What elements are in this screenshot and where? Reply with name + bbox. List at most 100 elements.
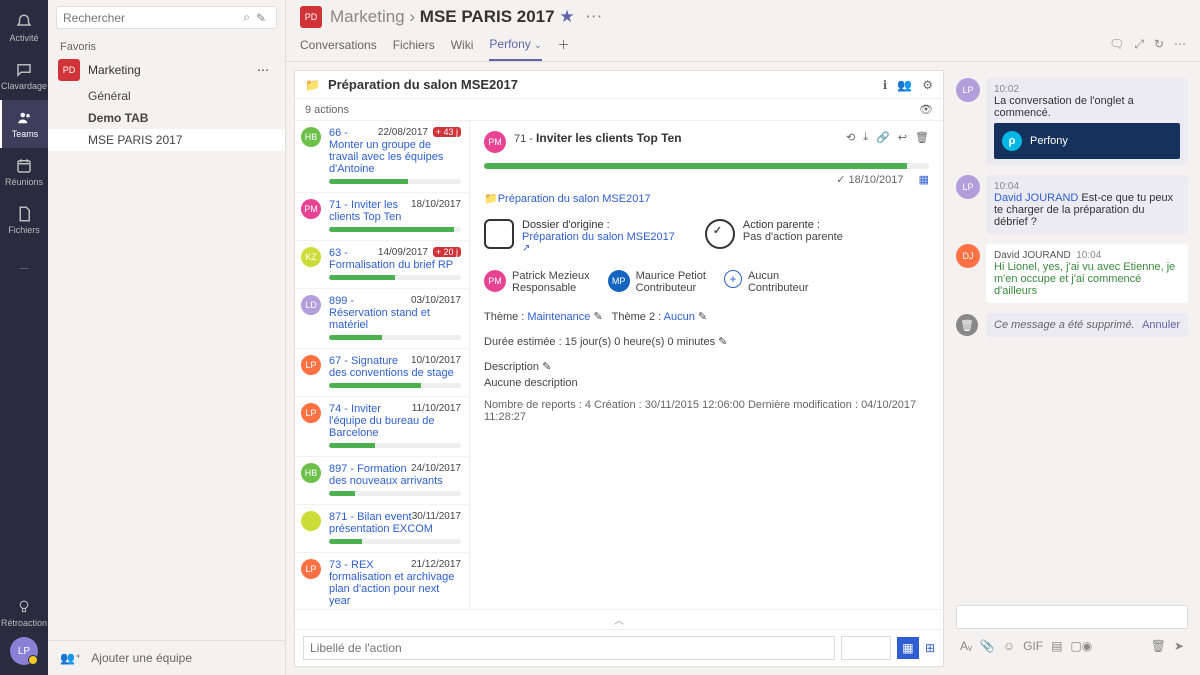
gif-icon[interactable]: GIF	[1023, 639, 1043, 653]
add-team-label[interactable]: Ajouter une équipe	[91, 651, 192, 665]
team-badge: PD	[58, 59, 80, 81]
favorites-label: Favoris	[60, 41, 273, 53]
sticker-icon[interactable]: ▤	[1051, 639, 1062, 653]
chat-message: 10:04 David JOURAND Est-ce que tu peux t…	[986, 175, 1188, 234]
attach-icon[interactable]: 📎	[980, 639, 995, 653]
rail-activity[interactable]: Activité	[0, 4, 48, 52]
detail-breadcrumb[interactable]: 📁Préparation du salon MSE2017	[484, 192, 929, 205]
main: PD Marketing › MSE PARIS 2017 ★ ⋯ Conver…	[286, 0, 1200, 675]
rail-files[interactable]: Fichiers	[0, 196, 48, 244]
collapse-icon[interactable]: ︿	[295, 609, 943, 629]
user-avatar[interactable]: LP	[10, 637, 38, 665]
add-tab-icon[interactable]: ＋	[558, 28, 570, 61]
qr-icon[interactable]: ▦	[919, 174, 929, 186]
msg-avatar: LP	[956, 78, 980, 102]
folder-origin-link[interactable]: Préparation du salon MSE2017	[522, 231, 675, 243]
rail-chat[interactable]: Clavardage	[0, 52, 48, 100]
detail-avatar: PM	[484, 131, 506, 153]
chat-input[interactable]	[956, 605, 1188, 629]
action-item[interactable]: KZ 14/09/2017 + 20 j 63 - Formalisation …	[295, 241, 469, 289]
action-detail: PM 71 - Inviter les clients Top Ten ⟲ ⤓ …	[470, 121, 943, 609]
tab-conversations[interactable]: Conversations	[300, 30, 377, 60]
date-box[interactable]	[841, 636, 891, 660]
add-team-icon[interactable]: 👥⁺	[60, 651, 81, 665]
folder-title: Préparation du salon MSE2017	[328, 77, 518, 92]
channel-demo-tab[interactable]: Demo TAB	[48, 107, 285, 129]
meet-icon[interactable]: ▢◉	[1070, 639, 1092, 653]
people-icon[interactable]: 👥	[897, 78, 912, 92]
delete-icon[interactable]: 🗑	[915, 131, 929, 144]
actions-count: 9 actions	[305, 104, 349, 116]
tab-wiki[interactable]: Wiki	[451, 30, 474, 60]
tab-perfony[interactable]: Perfony ⌄	[489, 29, 541, 61]
action-item[interactable]: PM 18/10/2017 71 - Inviter les clients T…	[295, 193, 469, 241]
channel-general[interactable]: Général	[48, 85, 285, 107]
external-link-icon[interactable]: ↗	[522, 243, 675, 254]
tab-more-icon[interactable]: ⋯	[1174, 37, 1186, 52]
link-icon[interactable]: 🔗	[876, 131, 890, 144]
info-icon[interactable]: ℹ	[883, 78, 888, 92]
channel-header: PD Marketing › MSE PARIS 2017 ★ ⋯	[286, 0, 1200, 28]
detail-stats: Nombre de reports : 4 Création : 30/11/2…	[484, 399, 929, 423]
tab-chat-icon[interactable]: 🗨	[1109, 37, 1124, 52]
trash-icon: 🗑	[956, 314, 978, 336]
perfony-card[interactable]: ρ Perfony	[994, 123, 1180, 159]
sync-icon[interactable]: ⟲	[846, 131, 855, 144]
grid-icon[interactable]: ⊞	[925, 641, 935, 655]
deleted-message: 🗑 Ce message a été supprimé.Annuler	[956, 313, 1188, 337]
team-row[interactable]: PD Marketing ⋯	[48, 55, 285, 85]
action-item[interactable]: LP 11/10/2017 74 - Inviter l'équipe du b…	[295, 397, 469, 457]
rail-more[interactable]: ⋯	[0, 244, 48, 292]
action-title-input[interactable]	[303, 636, 835, 660]
chat-message: David JOURAND 10:04 Hi Lionel, yes, j'ai…	[986, 244, 1188, 303]
chat-message: 10:02 La conversation de l'onglet a comm…	[986, 78, 1188, 165]
emoji-icon[interactable]: ☺	[1003, 639, 1015, 653]
download-icon[interactable]: ⤓	[863, 131, 868, 144]
action-item[interactable]: LD 03/10/2017 899 - Réservation stand et…	[295, 289, 469, 349]
undo-link[interactable]: Annuler	[1142, 319, 1180, 331]
search-box[interactable]: ⌕ ✎	[56, 6, 277, 29]
breadcrumb-parent[interactable]: Marketing	[330, 7, 405, 26]
action-item[interactable]: HB 24/10/2017 897 - Formation des nouvea…	[295, 457, 469, 505]
send-icon[interactable]: ➤	[1174, 639, 1184, 653]
responsible-avatar: PM	[484, 270, 506, 292]
rail-meetings[interactable]: Réunions	[0, 148, 48, 196]
conversation-panel: LP 10:02 La conversation de l'onglet a c…	[952, 70, 1192, 667]
folder-origin-icon	[484, 219, 514, 249]
action-item[interactable]: HB 22/08/2017 + 43 j 66 - Monter un grou…	[295, 121, 469, 193]
folder-icon: 📁	[305, 78, 320, 92]
parent-action-icon	[705, 219, 735, 249]
channel-mse-paris[interactable]: MSE PARIS 2017	[48, 129, 285, 151]
favorite-star-icon[interactable]: ★	[559, 7, 574, 26]
calendar-icon[interactable]: ▦	[897, 637, 919, 659]
detail-due-date: 18/10/2017	[848, 174, 903, 186]
search-icon: ⌕	[243, 10, 250, 25]
rail-teams[interactable]: Teams	[0, 100, 48, 148]
reply-icon[interactable]: ↩	[898, 131, 907, 144]
actions-list: HB 22/08/2017 + 43 j 66 - Monter un grou…	[295, 121, 470, 609]
settings-icon[interactable]: ⚙	[922, 78, 933, 92]
app-rail: Activité Clavardage Teams Réunions Fichi…	[0, 0, 48, 675]
team-name: Marketing	[88, 63, 257, 77]
search-input[interactable]	[63, 11, 243, 25]
channel-more-icon[interactable]: ⋯	[585, 7, 602, 26]
page-title: MSE PARIS 2017	[420, 7, 555, 26]
add-contributor-button[interactable]: +	[724, 270, 742, 288]
perfony-app: 📁 Préparation du salon MSE2017 ℹ 👥 ⚙ 9 a…	[294, 70, 944, 667]
team-more-icon[interactable]: ⋯	[257, 63, 275, 77]
tab-refresh-icon[interactable]: ↻	[1154, 37, 1164, 52]
compose-icon[interactable]: ✎	[256, 11, 270, 25]
action-item[interactable]: LP 21/12/2017 73 - REX formalisation et …	[295, 553, 469, 609]
perfony-logo-icon: ρ	[1002, 131, 1022, 151]
tab-expand-icon[interactable]: ⤢	[1134, 37, 1144, 52]
tab-files[interactable]: Fichiers	[393, 30, 435, 60]
format-icon[interactable]: Aᵥ	[960, 639, 972, 653]
action-item[interactable]: 30/11/2017 871 - Bilan event présentatio…	[295, 505, 469, 553]
rail-feedback[interactable]: Rétroaction	[0, 589, 48, 637]
action-item[interactable]: LP 10/10/2017 67 - Signature des convent…	[295, 349, 469, 397]
chevron-down-icon: ⌄	[534, 40, 542, 50]
trash2-icon[interactable]: 🗑	[1151, 639, 1166, 653]
eye-icon[interactable]: 👁	[919, 103, 933, 116]
contrib-avatar: MP	[608, 270, 630, 292]
channel-tabs: Conversations Fichiers Wiki Perfony ⌄ ＋ …	[286, 28, 1200, 62]
